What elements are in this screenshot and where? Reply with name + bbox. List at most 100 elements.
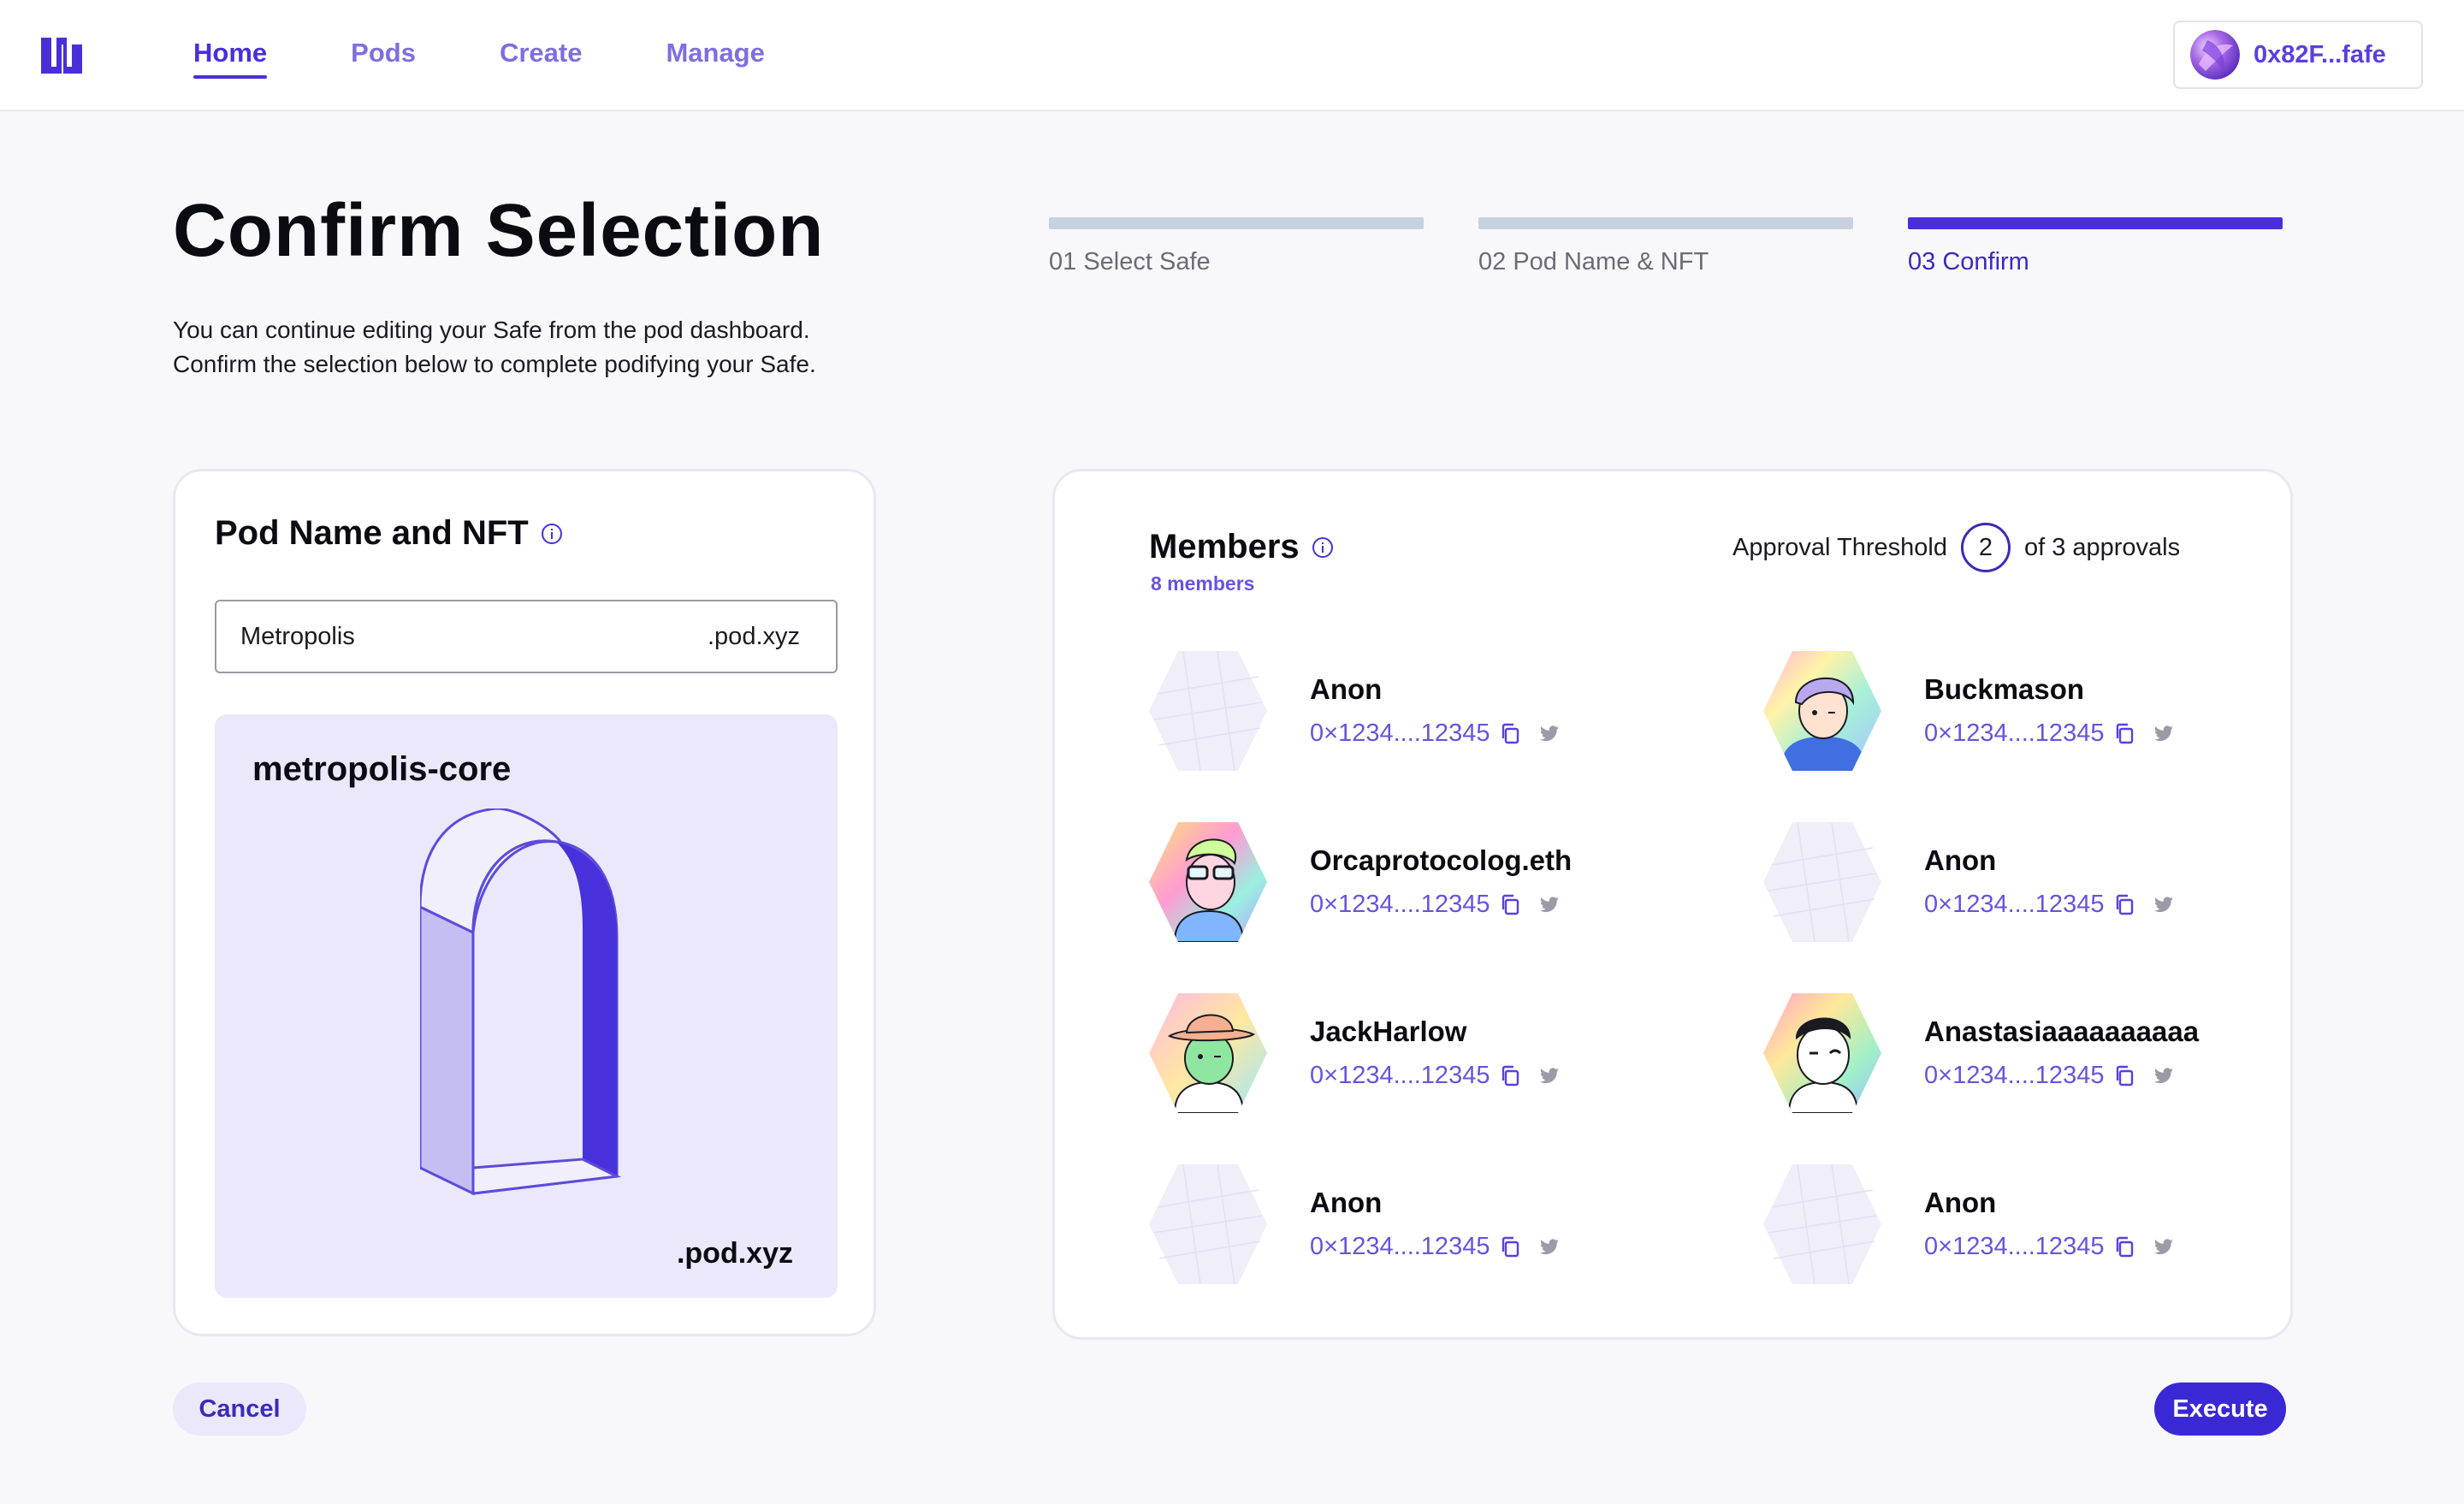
member-avatar (1149, 650, 1267, 772)
members-title: Members (1149, 528, 1334, 566)
cancel-button[interactable]: Cancel (173, 1383, 306, 1436)
step-label: 03 Confirm (1908, 248, 2029, 275)
member-avatar-image (1149, 1164, 1267, 1285)
pod-card-title-text: Pod Name and NFT (215, 514, 529, 552)
wallet-button[interactable]: 0x82F...fafe (2173, 21, 2423, 89)
members-card: Members 8 members Approval Threshold 2 o… (1052, 469, 2293, 1340)
nav-manage[interactable]: Manage (666, 38, 764, 74)
twitter-icon[interactable] (2153, 1067, 2174, 1086)
member-name: Anon (1924, 1187, 1997, 1218)
approval-threshold: Approval Threshold 2 of 3 approvals (1732, 523, 2180, 572)
member-item: Anastasiaaaaaaaaaa 0×1234....12345 (1763, 993, 2294, 1113)
top-navbar: Home Pods Create Manage 0x82F...fafe (0, 0, 2464, 111)
member-item: Anon 0×1234....12345 (1149, 650, 1679, 772)
member-address: 0×1234....12345 (1924, 1062, 2105, 1089)
wallet-address: 0x82F...fafe (2254, 40, 2386, 68)
nft-suffix: .pod.xyz (676, 1237, 793, 1270)
pod-name-suffix: .pod.xyz (708, 622, 800, 650)
member-item: Orcaprotocolog.eth 0×1234....12345 (1149, 822, 1679, 942)
twitter-icon[interactable] (1539, 725, 1560, 743)
threshold-value[interactable]: 2 (1960, 523, 2011, 572)
twitter-icon[interactable] (1539, 1067, 1560, 1086)
nav-create[interactable]: Create (500, 38, 583, 74)
member-name: Buckmason (1924, 673, 2085, 705)
copy-icon[interactable] (2114, 723, 2135, 745)
member-avatar-image (1763, 993, 1881, 1113)
member-item: JackHarlow 0×1234....12345 (1149, 993, 1679, 1113)
member-address: 0×1234....12345 (1924, 1233, 2105, 1260)
member-avatar (1763, 1164, 1881, 1285)
member-avatar (1149, 822, 1267, 942)
nav-pods[interactable]: Pods (351, 38, 416, 74)
member-item: Anon 0×1234....12345 (1149, 1164, 1679, 1285)
member-name: JackHarlow (1310, 1015, 1467, 1047)
member-avatar (1763, 993, 1881, 1113)
info-icon[interactable] (1312, 536, 1334, 559)
nft-preview: metropolis-core .pod.xyz (215, 714, 838, 1298)
subtitle-line-1: You can continue editing your Safe from … (173, 317, 810, 343)
member-avatar (1149, 1164, 1267, 1285)
pod-name-field[interactable]: .pod.xyz (215, 600, 838, 673)
member-item: Anon 0×1234....12345 (1763, 1164, 2294, 1285)
member-avatar-image (1763, 651, 1881, 771)
member-avatar (1149, 993, 1267, 1113)
member-name: Anon (1310, 1187, 1383, 1218)
copy-icon[interactable] (2114, 1236, 2135, 1258)
pod-name-nft-card: Pod Name and NFT .pod.xyz metropolis-cor… (173, 469, 876, 1336)
twitter-icon[interactable] (2153, 725, 2174, 743)
member-avatar (1763, 821, 1881, 943)
pod-card-title: Pod Name and NFT (215, 514, 563, 553)
step-bar (1478, 217, 1853, 229)
copy-icon[interactable] (1500, 723, 1520, 745)
member-avatar (1763, 651, 1881, 771)
member-address: 0×1234....12345 (1310, 1233, 1490, 1260)
threshold-label: Approval Threshold (1732, 533, 1947, 561)
execute-button[interactable]: Execute (2154, 1383, 2286, 1436)
member-avatar-image (1149, 993, 1267, 1113)
app-logo-icon[interactable] (38, 33, 86, 77)
member-avatar-image (1763, 1164, 1881, 1285)
page-subtitle: You can continue editing your Safe from … (173, 313, 816, 382)
member-avatar-image (1149, 822, 1267, 942)
members-title-text: Members (1149, 528, 1300, 565)
step-label: 02 Pod Name & NFT (1478, 248, 1709, 275)
member-address: 0×1234....12345 (1310, 891, 1490, 918)
member-address: 0×1234....12345 (1310, 719, 1490, 747)
copy-icon[interactable] (2114, 1065, 2135, 1087)
step-confirm[interactable]: 03 Confirm (1908, 217, 2283, 276)
twitter-icon[interactable] (2153, 1238, 2174, 1257)
member-name: Anon (1310, 673, 1383, 705)
step-pod-name-nft[interactable]: 02 Pod Name & NFT (1478, 217, 1853, 276)
copy-icon[interactable] (1500, 1236, 1520, 1258)
member-name: Anastasiaaaaaaaaaa (1924, 1015, 2200, 1047)
info-icon[interactable] (541, 523, 563, 545)
copy-icon[interactable] (1500, 894, 1520, 916)
pod-name-input[interactable] (240, 622, 583, 651)
threshold-suffix: of 3 approvals (2023, 533, 2181, 561)
step-label: 01 Select Safe (1049, 248, 1211, 275)
subtitle-line-2: Confirm the selection below to complete … (173, 351, 816, 377)
twitter-icon[interactable] (1539, 1238, 1560, 1257)
copy-icon[interactable] (1500, 1065, 1520, 1087)
page-title: Confirm Selection (173, 189, 825, 272)
member-avatar-image (1763, 821, 1881, 943)
step-bar (1908, 217, 2283, 229)
nav-home[interactable]: Home (193, 38, 268, 79)
member-address: 0×1234....12345 (1310, 1062, 1490, 1089)
arch-nft-icon (420, 808, 622, 1196)
copy-icon[interactable] (2114, 894, 2135, 916)
member-item: Anon 0×1234....12345 (1763, 821, 2294, 943)
members-count: 8 members (1151, 572, 1255, 595)
wallet-avatar (2190, 30, 2240, 80)
member-item: Buckmason 0×1234....12345 (1763, 651, 2294, 771)
member-address: 0×1234....12345 (1924, 719, 2105, 747)
member-avatar-image (1149, 650, 1267, 772)
twitter-icon[interactable] (2153, 896, 2174, 915)
main-nav: Home Pods Create Manage (193, 0, 849, 111)
step-select-safe[interactable]: 01 Select Safe (1049, 217, 1424, 276)
member-address: 0×1234....12345 (1924, 891, 2105, 918)
member-name: Orcaprotocolog.eth (1310, 844, 1573, 876)
nft-name: metropolis-core (252, 750, 512, 788)
twitter-icon[interactable] (1539, 896, 1560, 915)
step-bar (1049, 217, 1424, 229)
